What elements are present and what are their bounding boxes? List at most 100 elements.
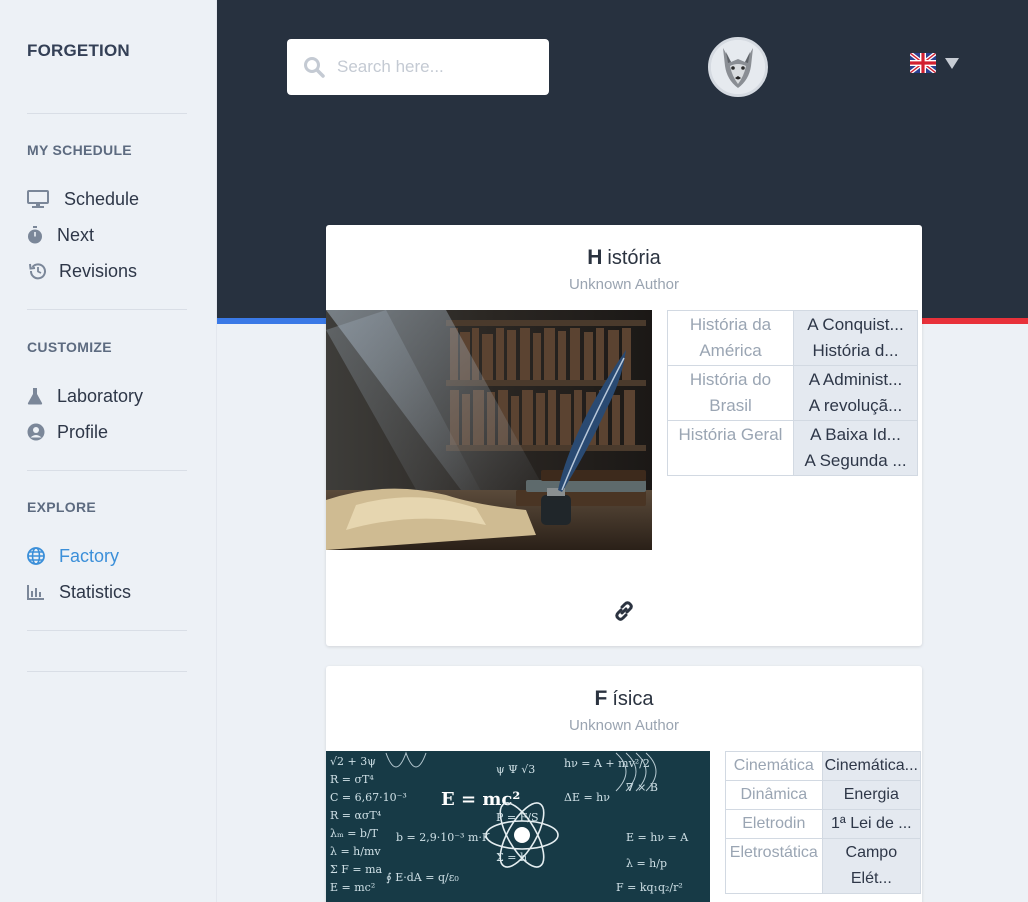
card-title[interactable]: História [326,246,922,270]
chevron-down-icon [945,57,959,69]
subject-cell[interactable]: Cinemática [725,751,823,781]
sidebar-item-statistics[interactable]: Statistics [27,580,131,604]
subject-cell[interactable]: Eletrostática [725,838,823,894]
accent-bar-red [921,318,1028,324]
items-cell[interactable]: A Conquist... História d... [793,310,918,366]
subject-cell[interactable]: História do Brasil [667,365,794,421]
collection-card[interactable]: História Unknown Author História da Amér… [326,225,922,646]
item-label: A Segunda ... [804,451,907,470]
topics-table: Cinemática Cinemática... Dinâmica Energi… [725,751,922,894]
table-row[interactable]: Dinâmica Energia [725,780,922,810]
subject-cell[interactable]: Eletrodin [725,809,823,839]
items-cell[interactable]: 1ª Lei de ... [821,809,922,839]
subject-label: Eletrodin [742,815,806,832]
divider [27,671,187,672]
svg-text:ψ Ψ √3: ψ Ψ √3 [496,763,535,776]
monitor-icon [27,189,49,209]
divider [27,470,187,471]
item-label: A Conquist... [807,315,904,334]
history-icon [27,261,49,281]
sidebar-item-profile[interactable]: Profile [27,420,108,444]
search-input[interactable] [337,57,527,77]
sidebar-item-label: Laboratory [57,385,144,406]
sidebar-item-laboratory[interactable]: Laboratory [27,384,143,408]
subject-cell[interactable]: História Geral [667,420,794,476]
divider [27,630,187,631]
table-row[interactable]: História Geral A Baixa Id... A Segunda .… [667,420,918,476]
collection-card[interactable]: Física Unknown Author √2 + 3ψ R = σT⁴ C = … [326,666,922,902]
uk-flag-icon [910,53,936,73]
svg-text:∮ E·dA = q/ε₀: ∮ E·dA = q/ε₀ [386,871,459,884]
section-title-my-schedule: MY SCHEDULE [27,142,132,158]
user-circle-icon [27,422,45,442]
svg-text:Σ F = ma: Σ F = ma [330,863,383,876]
search-box[interactable] [287,39,549,95]
table-row[interactable]: Cinemática Cinemática... [725,751,922,781]
items-cell[interactable]: A Baixa Id... A Segunda ... [793,420,918,476]
accent-bar-blue [217,318,327,324]
sidebar: FORGETION MY SCHEDULE Schedule Next Revi… [0,0,217,902]
svg-text:λ = h/p: λ = h/p [626,857,667,870]
item-label: 1ª Lei de ... [830,815,912,832]
table-row[interactable]: História do Brasil A Administ... A revol… [667,365,918,421]
flask-icon [27,386,43,406]
subject-label: Eletrostática [729,844,818,861]
subject-cell[interactable]: Dinâmica [725,780,823,810]
svg-text:F = kq₁q₂/r²: F = kq₁q₂/r² [616,881,683,894]
svg-text:λ = h/mv: λ = h/mv [330,845,381,858]
svg-text:R = ασT⁴: R = ασT⁴ [330,809,382,822]
item-label: A Administ... [808,370,903,389]
card-title-initial: F [594,687,608,710]
sidebar-item-schedule[interactable]: Schedule [27,187,139,211]
subject-cell[interactable]: História da América [667,310,794,366]
card-author: Unknown Author [568,276,680,293]
svg-text:ΔE = hν: ΔE = hν [564,791,610,804]
subject-label: Dinâmica [740,786,808,803]
wolf-avatar-image [711,40,765,94]
items-cell[interactable]: Energia [821,780,922,810]
svg-text:R = σT⁴: R = σT⁴ [330,773,374,786]
sidebar-item-label: Schedule [64,188,140,209]
brand-logo[interactable]: FORGETION [27,41,130,61]
card-title-initial: H [587,246,603,269]
quill-library-image [326,310,652,550]
section-title-explore: EXPLORE [27,499,97,515]
svg-text:λₘ = b/T: λₘ = b/T [330,827,379,840]
topics-table: História da América A Conquist... Histór… [667,310,918,476]
svg-text:b = 2,9·10⁻³ m·K: b = 2,9·10⁻³ m·K [396,831,491,844]
svg-text:hν = A + mv²/2: hν = A + mv²/2 [564,757,650,770]
stopwatch-icon [27,225,43,245]
svg-text:E = mc²: E = mc² [441,789,520,810]
item-label: Campo [845,844,898,861]
sidebar-item-label: Revisions [59,260,138,281]
subject-label: História da América [689,315,772,360]
svg-text:√2 + 3ψ: √2 + 3ψ [330,755,376,768]
sidebar-item-label: Statistics [59,581,132,602]
avatar[interactable] [708,37,768,97]
items-cell[interactable]: A Administ... A revoluçã... [793,365,918,421]
sidebar-item-label: Profile [57,421,109,442]
globe-icon [27,546,45,566]
table-row[interactable]: Eletrodin 1ª Lei de ... [725,809,922,839]
card-title[interactable]: Física [326,687,922,711]
table-row[interactable]: Eletrostática Campo Elét... [725,838,922,894]
card-title-rest: istória [607,247,661,269]
link-icon[interactable] [612,599,636,623]
subject-label: História Geral [678,425,783,444]
subject-label: Cinemática [733,757,814,774]
card-image: √2 + 3ψ R = σT⁴ C = 6,67·10⁻³ R = ασT⁴ λₘ =… [326,751,710,902]
card-image [326,310,652,550]
items-cell[interactable]: Cinemática... [821,751,922,781]
item-label: A revoluçã... [808,396,903,415]
sidebar-item-factory[interactable]: Factory [27,544,119,568]
sidebar-item-revisions[interactable]: Revisions [27,259,137,283]
bar-chart-icon [27,582,45,602]
table-row[interactable]: História da América A Conquist... Histór… [667,310,918,366]
sidebar-item-next[interactable]: Next [27,223,94,247]
divider [27,113,187,114]
divider [27,309,187,310]
svg-text:E = mc²: E = mc² [330,881,375,894]
items-cell[interactable]: Campo Elét... [821,838,922,894]
language-selector[interactable] [910,53,959,73]
item-label: Energia [843,786,899,803]
